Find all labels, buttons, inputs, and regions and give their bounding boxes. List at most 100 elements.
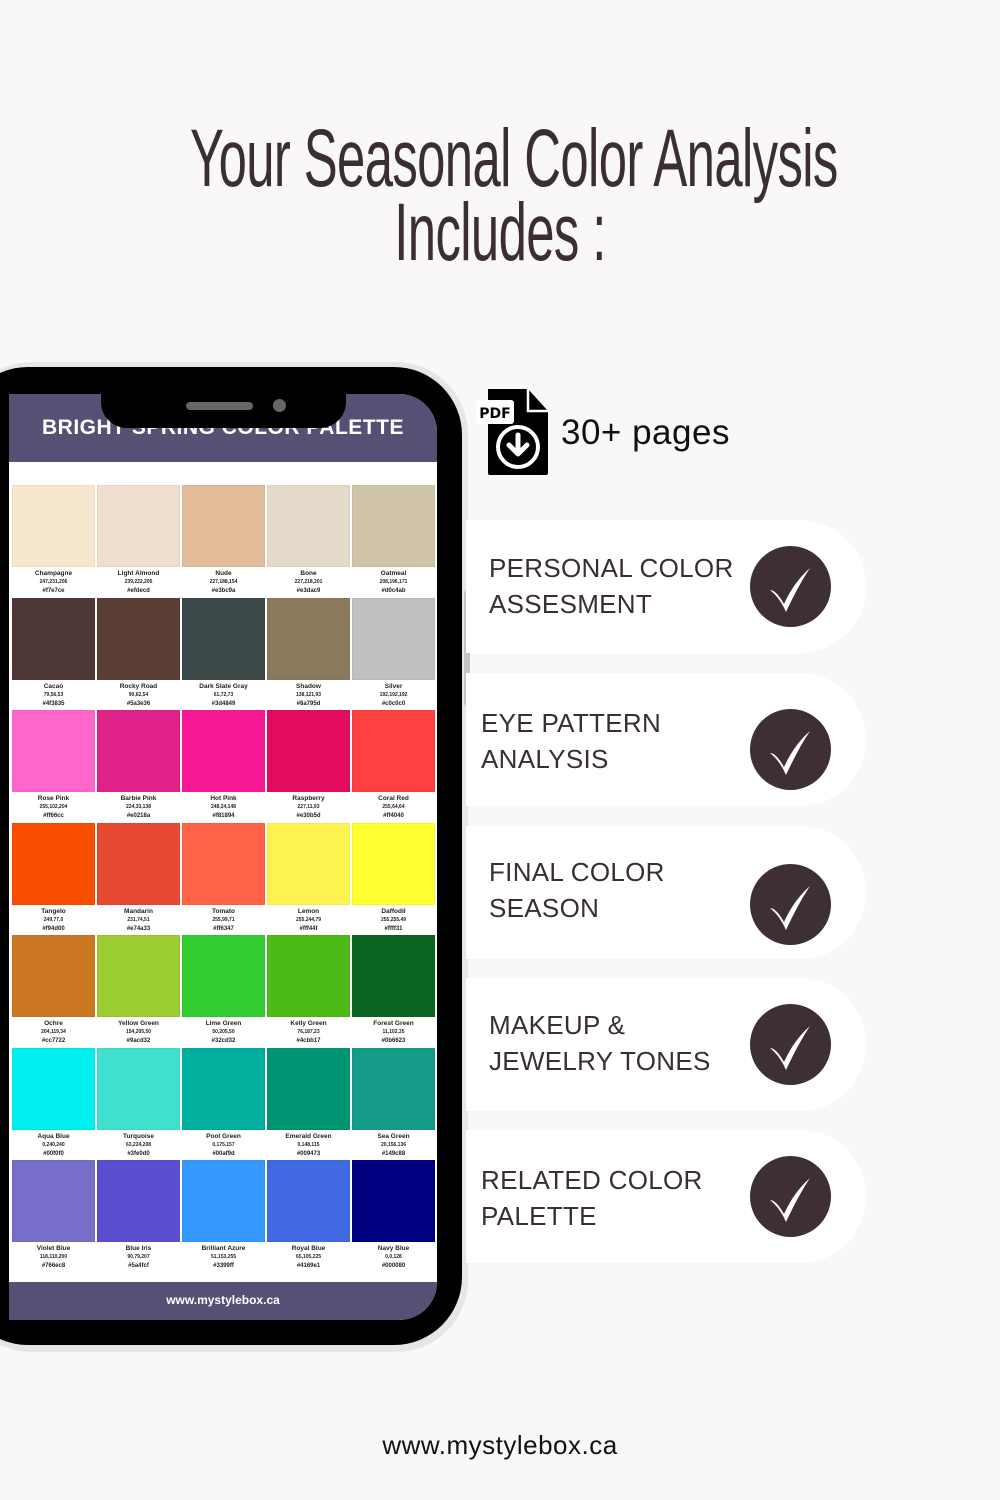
swatch-name: Silver (384, 682, 403, 690)
color-swatch-item: Daffodil 255,255,49 #ffff31 (352, 822, 435, 936)
color-swatch (267, 822, 350, 905)
checkmark-icon (750, 1004, 831, 1085)
swatch-rgb: 255,102,204 (39, 804, 68, 810)
color-swatch-item: Pool Green 0,175,157 #00af9d (182, 1047, 265, 1161)
swatch-hex: #f81894 (212, 813, 235, 819)
swatch-rgb: 76,187,23 (297, 1029, 320, 1035)
feature-label: FINAL COLOR SEASON (489, 857, 665, 923)
swatch-rgb: 248,24,148 (210, 804, 237, 810)
website-link[interactable]: www.mystylebox.ca (0, 1430, 1000, 1461)
color-swatch-item: Kelly Green 76,187,23 #4cbb17 (267, 935, 350, 1048)
color-swatch-item: Aqua Blue 0,240,240 #00f0f0 (12, 1047, 95, 1161)
phone-camera (273, 399, 286, 412)
palette-footer-url[interactable]: www.mystylebox.ca (9, 1293, 437, 1307)
color-swatch (12, 1047, 95, 1130)
color-swatch-item: Hot Pink 248,24,148 #f81894 (182, 710, 265, 823)
swatch-name: Turquoise (123, 1132, 154, 1140)
swatch-name: Champagne (34, 570, 73, 577)
color-swatch-item: Emerald Green 0,148,115 #009473 (267, 1047, 350, 1161)
swatch-grid: Champagne 247,231,206 #f7e7ce Light Almond 2… (12, 485, 436, 1273)
swatch-hex: #efdecd (127, 588, 150, 594)
swatch-hex: #9acd32 (126, 1038, 151, 1044)
swatch-hex: #8a795d (296, 700, 321, 707)
swatch-rgb: 255,64,64 (382, 804, 405, 810)
feature-card: RELATED COLOR PALETTE (466, 1130, 866, 1263)
swatch-rgb: 227,188,154 (209, 579, 238, 585)
color-swatch (12, 710, 95, 792)
swatch-rgb: 255,244,79 (295, 916, 322, 923)
color-swatch-item: Light Almond 239,222,205 #efdecd (97, 485, 180, 598)
color-swatch-item: Coral Red 255,64,64 #ff4040 (352, 710, 435, 823)
color-swatch (12, 597, 95, 680)
color-swatch (97, 1160, 180, 1242)
color-swatch-item: Oatmeal 208,196,171 #d0c4ab (352, 485, 435, 598)
phone-speaker (186, 402, 253, 410)
swatch-name: Nude (215, 570, 232, 577)
swatch-name: Daffodil (381, 907, 406, 915)
swatch-hex: #e0218a (126, 813, 151, 819)
swatch-rgb: 224,33,138 (125, 804, 152, 810)
swatch-name: Rose Pink (37, 795, 70, 802)
swatch-rgb: 138,121,93 (295, 691, 322, 698)
swatch-name: Light Almond (117, 570, 160, 577)
swatch-rgb: 227,11,93 (297, 804, 320, 810)
swatch-rgb: 208,196,171 (379, 579, 408, 585)
color-swatch (267, 1047, 350, 1130)
swatch-name: Cacao (43, 682, 64, 690)
color-swatch (97, 822, 180, 905)
swatch-name: Aqua Blue (37, 1132, 70, 1140)
swatch-rgb: 51,153,255 (210, 1254, 237, 1260)
swatch-hex: #00f0f0 (43, 1150, 64, 1157)
swatch-hex: #009473 (296, 1150, 321, 1157)
swatch-name: Brilliant Azure (201, 1245, 246, 1252)
pdf-download-icon: PDF (476, 387, 550, 477)
swatch-hex: #ff6347 (213, 925, 234, 932)
color-swatch-item: Lime Green 50,205,50 #32cd32 (182, 935, 265, 1048)
color-swatch-item: Tomato 255,99,71 #ff6347 (182, 822, 265, 936)
color-swatch (352, 822, 435, 905)
color-swatch (182, 822, 265, 905)
color-swatch (267, 597, 350, 680)
color-swatch (97, 1047, 180, 1130)
color-swatch (352, 1160, 435, 1242)
swatch-hex: #3d4849 (211, 700, 236, 707)
title-line-2: Includes : (394, 187, 606, 278)
swatch-hex: #00af9d (212, 1150, 235, 1157)
color-swatch (12, 822, 95, 905)
checkmark-icon (750, 546, 831, 627)
color-swatch-item: Mandarin 231,74,51 #e74a33 (97, 822, 180, 936)
feature-card: FINAL COLOR SEASON (466, 826, 866, 959)
swatch-hex: #32cd32 (211, 1038, 236, 1044)
color-swatch-item: Bone 227,218,201 #e3dac9 (267, 485, 350, 598)
color-swatch (352, 597, 435, 680)
page-count: 30+ pages (561, 413, 730, 452)
color-swatch (182, 597, 265, 680)
color-swatch-item: Barbie Pink 224,33,138 #e0218a (97, 710, 180, 823)
swatch-name: Pool Green (206, 1132, 241, 1140)
swatch-name: Barbie Pink (120, 795, 157, 802)
feature-card: PERSONAL COLOR ASSESMENT (466, 520, 866, 653)
color-swatch (182, 485, 265, 567)
pdf-icon-label: PDF (479, 406, 510, 422)
color-swatch-item: Nude 227,188,154 #e3bc9a (182, 485, 265, 598)
feature-card: MAKEUP & JEWELRY TONES (466, 978, 866, 1111)
color-swatch-item: Violet Blue 118,110,200 #766ec8 (12, 1160, 95, 1273)
swatch-name: Sea Green (377, 1132, 410, 1140)
checkmark-icon (750, 709, 831, 790)
checkmark-icon (750, 1156, 831, 1237)
color-swatch (352, 710, 435, 792)
swatch-rgb: 255,99,71 (212, 916, 235, 923)
swatch-hex: #ff4040 (383, 813, 404, 819)
swatch-hex: #0b6623 (381, 1038, 406, 1044)
color-swatch (182, 1047, 265, 1130)
swatch-name: Emerald Green (285, 1132, 332, 1140)
color-swatch (267, 710, 350, 792)
color-swatch-item: Royal Blue 65,105,225 #4169e1 (267, 1160, 350, 1273)
swatch-rgb: 239,222,205 (124, 579, 153, 585)
color-swatch (12, 935, 95, 1017)
color-swatch-item: Rose Pink 255,102,204 #ff66cc (12, 710, 95, 823)
color-swatch-item: Rocky Road 90,62,54 #5a3e36 (97, 597, 180, 711)
swatch-rgb: 118,110,200 (39, 1254, 68, 1260)
swatch-hex: #766ec8 (41, 1263, 66, 1269)
swatch-name: Violet Blue (36, 1245, 71, 1252)
